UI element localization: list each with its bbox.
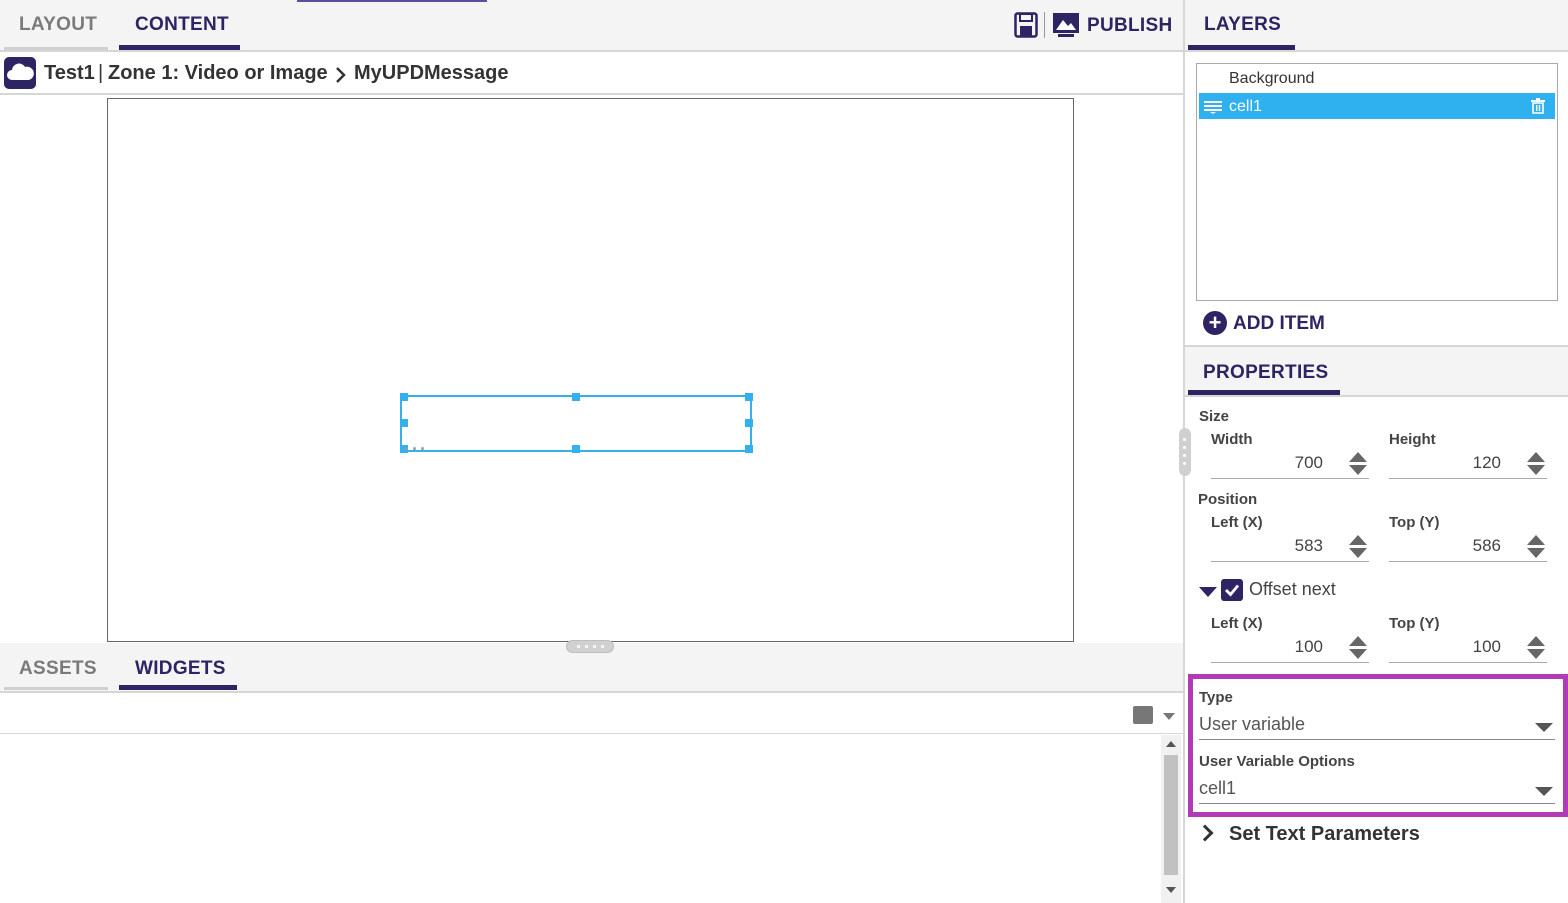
caret-down-icon[interactable] <box>1199 587 1217 597</box>
left-x-stepper-icon[interactable] <box>1349 535 1367 559</box>
tab-content[interactable]: CONTENT <box>135 14 229 36</box>
top-y-stepper-icon[interactable] <box>1527 535 1545 559</box>
layer-item-label: cell1 <box>1229 98 1262 115</box>
offset-left-x-field[interactable]: 100 <box>1211 633 1369 663</box>
chevron-right-icon <box>1196 824 1214 842</box>
tab-properties[interactable]: PROPERTIES <box>1203 362 1328 384</box>
trash-icon[interactable] <box>1531 98 1545 114</box>
tab-widgets-underline <box>119 685 237 690</box>
top-accent-bar <box>297 0 487 2</box>
layers-list: Background cell1 <box>1196 63 1558 301</box>
layout-canvas[interactable] <box>107 98 1074 642</box>
tab-layers[interactable]: LAYERS <box>1204 14 1281 36</box>
resize-handle-r[interactable] <box>745 419 753 427</box>
resize-handle-l[interactable] <box>400 419 408 427</box>
resize-handle-t[interactable] <box>572 393 580 401</box>
text-layer-icon <box>1204 101 1222 114</box>
left-x-value: 583 <box>1294 536 1323 555</box>
width-field[interactable]: 700 <box>1211 449 1369 479</box>
size-label: Size <box>1199 408 1230 425</box>
offset-left-x-value: 100 <box>1294 637 1323 656</box>
tab-content-underline <box>119 45 240 50</box>
chevron-right-icon <box>336 67 346 83</box>
view-toggle-icon[interactable] <box>1133 706 1153 724</box>
resize-handle-br[interactable] <box>745 445 753 453</box>
checkmark-icon <box>1225 584 1240 597</box>
panel-resize-handle[interactable] <box>566 640 614 653</box>
scroll-thumb[interactable] <box>1164 755 1178 875</box>
resize-handle-tr[interactable] <box>745 393 753 401</box>
publish-button[interactable]: PUBLISH <box>1087 15 1173 37</box>
height-field[interactable]: 120 <box>1389 449 1547 479</box>
offset-next-label: Offset next <box>1249 579 1336 599</box>
offset-left-x-stepper-icon[interactable] <box>1349 636 1367 660</box>
layers-tabbar: LAYERS <box>1185 0 1568 52</box>
save-icon[interactable] <box>1014 12 1038 38</box>
offset-left-x-label: Left (X) <box>1211 615 1263 632</box>
side-panel: LAYERS Background cell1 + ADD ITEM PROPE… <box>1179 0 1568 903</box>
type-label: Type <box>1199 689 1233 706</box>
top-y-value: 586 <box>1472 536 1501 555</box>
resize-handle-tl[interactable] <box>400 393 408 401</box>
position-label: Position <box>1198 491 1258 508</box>
offset-next-checkbox[interactable] <box>1221 579 1243 601</box>
breadcrumb: Test1 | Zone 1: Video or Image MyUPDMess… <box>0 54 1183 95</box>
chevron-down-icon <box>1535 787 1553 796</box>
height-label: Height <box>1389 431 1436 448</box>
width-label: Width <box>1211 431 1253 448</box>
user-variable-select-value: cell1 <box>1199 778 1237 798</box>
widgets-list <box>0 735 1183 903</box>
type-select[interactable]: User variable <box>1199 710 1555 740</box>
offset-top-y-value: 100 <box>1472 637 1501 656</box>
user-variable-select[interactable]: cell1 <box>1199 774 1555 804</box>
top-y-field[interactable]: 586 <box>1389 532 1547 562</box>
scroll-up-icon[interactable] <box>1166 741 1176 747</box>
side-panel-resize-handle[interactable] <box>1179 428 1191 476</box>
left-x-label: Left (X) <box>1211 514 1263 531</box>
height-value: 120 <box>1472 453 1501 472</box>
tab-properties-underline <box>1188 390 1340 395</box>
set-text-parameters-label: Set Text Parameters <box>1229 823 1420 845</box>
offset-top-y-stepper-icon[interactable] <box>1527 636 1545 660</box>
scroll-down-icon[interactable] <box>1166 887 1176 893</box>
user-variable-options-label: User Variable Options <box>1199 753 1355 770</box>
height-stepper-icon[interactable] <box>1527 452 1545 476</box>
properties-tabbar: PROPERTIES <box>1185 345 1568 397</box>
widgets-toolbar <box>0 695 1183 734</box>
selected-cell-box[interactable] <box>400 395 752 452</box>
cloud-icon[interactable] <box>4 57 36 89</box>
tab-assets[interactable]: ASSETS <box>19 658 97 680</box>
left-x-field[interactable]: 583 <box>1211 532 1369 562</box>
breadcrumb-item: MyUPDMessage <box>354 62 509 84</box>
breadcrumb-zone[interactable]: Zone 1: Video or Image <box>108 62 328 85</box>
plus-circle-icon: + <box>1203 311 1227 335</box>
layer-item-background[interactable]: Background <box>1229 70 1314 88</box>
breadcrumb-separator: | <box>98 62 104 84</box>
publish-icon[interactable] <box>1052 12 1080 38</box>
width-value: 700 <box>1294 453 1323 472</box>
tab-layout[interactable]: LAYOUT <box>19 14 97 36</box>
app-root: LAYOUT CONTENT PUBLISH Test1 | Zone 1: V… <box>0 0 1568 903</box>
tab-layers-underline <box>1188 45 1295 50</box>
canvas-area <box>0 96 1183 642</box>
resize-handle-b[interactable] <box>572 445 580 453</box>
breadcrumb-project[interactable]: Test1 <box>44 62 95 85</box>
width-stepper-icon[interactable] <box>1349 452 1367 476</box>
top-y-label: Top (Y) <box>1389 514 1440 531</box>
chevron-down-icon <box>1535 723 1553 732</box>
type-select-value: User variable <box>1199 714 1306 734</box>
cell-placeholder-text: ... <box>404 434 429 454</box>
tab-assets-underline <box>4 687 108 690</box>
add-item-label: ADD ITEM <box>1233 313 1325 334</box>
toolbar-separator <box>1044 12 1045 38</box>
offset-top-y-field[interactable]: 100 <box>1389 633 1547 663</box>
tab-layout-underline <box>4 47 108 50</box>
layer-item-cell1[interactable]: cell1 <box>1199 93 1555 119</box>
tab-widgets[interactable]: WIDGETS <box>135 658 226 680</box>
offset-top-y-label: Top (Y) <box>1389 615 1440 632</box>
widgets-scrollbar[interactable] <box>1161 735 1181 903</box>
editor-panel: LAYOUT CONTENT PUBLISH Test1 | Zone 1: V… <box>0 0 1183 903</box>
caret-down-icon[interactable] <box>1163 713 1175 720</box>
editor-tabbar: LAYOUT CONTENT PUBLISH <box>0 0 1183 52</box>
